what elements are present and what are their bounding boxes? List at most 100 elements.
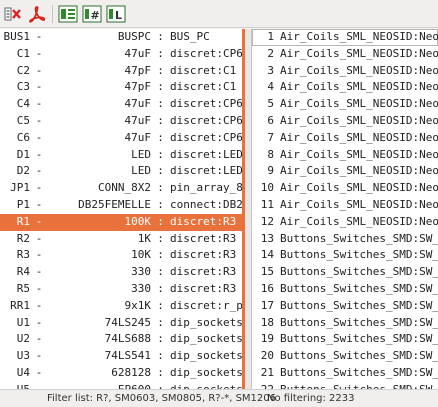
component-row[interactable]: U4- 628128: dip_sockets: (0, 365, 242, 382)
footprint-row[interactable]: 20 Buttons_Switches_SMD:SW_S (252, 348, 438, 365)
filter-pin-count-button[interactable]: # (81, 3, 103, 25)
separator-dash: - (35, 130, 43, 144)
footprint-row[interactable]: 14 Buttons_Switches_SMD:SW_S (252, 247, 438, 264)
separator-dash: - (35, 113, 43, 127)
footprint-name: Buttons_Switches_SMD:SW_S (280, 298, 438, 312)
separator-colon: : (157, 214, 164, 228)
footprint-name: Air_Coils_SML_NEOSID:Neos (280, 130, 438, 144)
components-list[interactable]: BUS1- BUSPC: BUS_PC C1-47uF: discret:CP6 C2-4… (0, 29, 245, 389)
footprint-row[interactable]: 17 Buttons_Switches_SMD:SW_S (252, 298, 438, 315)
component-row[interactable]: C6- 47uF: discret:CP6 (0, 130, 242, 147)
component-row[interactable]: BUS1- BUSPC: BUS_PC (0, 29, 242, 46)
separator-dash: - (35, 164, 43, 178)
footprint-row[interactable]: 16 Buttons_Switches_SMD:SW_S (252, 281, 438, 298)
separator-colon: : (157, 248, 164, 262)
footprint-row[interactable]: 9 Air_Coils_SML_NEOSID:Neos (252, 163, 438, 180)
footprint-row[interactable]: 10 Air_Coils_SML_NEOSID:Neos (252, 180, 438, 197)
footprint-row[interactable]: 15 Buttons_Switches_SMD:SW_S (252, 264, 438, 281)
component-ref: C4 (16, 97, 30, 111)
footprint-name: Air_Coils_SML_NEOSID:Neos (280, 164, 438, 178)
footprint-index: 17 (260, 298, 274, 312)
footprint-name: Buttons_Switches_SMD:SW_S (274, 382, 438, 389)
footprint-name: Buttons_Switches_SMD:SW_S (280, 248, 438, 262)
separator-dash: - (35, 181, 43, 195)
component-row[interactable]: R5- 330: discret:R3 (0, 281, 242, 298)
component-row[interactable]: P1- DB25FEMELLE: connect:DB25 (0, 197, 242, 214)
footprint-row[interactable]: 22Buttons_Switches_SMD:SW_S (252, 382, 438, 389)
separator-colon: : (157, 130, 164, 144)
footprint-name: Air_Coils_SML_NEOSID:Neos (280, 63, 438, 77)
component-footprint: discret:R3 (170, 231, 237, 245)
component-row[interactable]: U5-EP600:dip_sockets: (0, 382, 242, 389)
separator-dash: - (35, 147, 43, 161)
toolbar: # L (0, 0, 438, 28)
footprint-index: 22 (252, 382, 274, 389)
filter-by-pin-count-icon: # (82, 5, 102, 22)
component-value: 100K (124, 214, 152, 228)
filter-by-library-icon: L (106, 5, 126, 22)
footprint-name: Air_Coils_SML_NEOSID:Neos (280, 197, 438, 211)
component-row[interactable]: D1- LED: discret:LEDV (0, 147, 242, 164)
filter-by-keyword-icon (58, 5, 78, 22)
footprint-index: 5 (267, 97, 274, 111)
footprint-row[interactable]: 4 Air_Coils_SML_NEOSID:Neos (252, 79, 438, 96)
component-value: 47uF (124, 130, 152, 144)
component-value: CONN_8X2 (98, 181, 151, 195)
component-ref: C2 (16, 63, 30, 77)
footprint-row[interactable]: 13 Buttons_Switches_SMD:SW_S (252, 231, 438, 248)
component-row[interactable]: C4- 47uF: discret:CP6 (0, 96, 242, 113)
component-value: 47pF (124, 63, 152, 77)
component-footprint: discret:R3 (170, 214, 237, 228)
footprint-row[interactable]: 12 Air_Coils_SML_NEOSID:Neos (252, 214, 438, 231)
component-row[interactable]: JP1- CONN_8X2: pin_array_8x (0, 180, 242, 197)
component-row[interactable]: U3- 74LS541: dip_sockets: (0, 348, 242, 365)
footprint-row[interactable]: 1 Air_Coils_SML_NEOSID:Neos (252, 29, 438, 46)
footprint-index: 1 (267, 30, 274, 43)
component-value: 47uF (124, 46, 152, 60)
component-value: 9x1K (124, 298, 152, 312)
separator-dash: - (35, 332, 43, 346)
component-row[interactable]: C3- 47pF: discret:C1 (0, 79, 242, 96)
footprint-row[interactable]: 19 Buttons_Switches_SMD:SW_S (252, 331, 438, 348)
footprint-index: 8 (267, 147, 274, 161)
pdf-icon (29, 5, 46, 23)
component-row[interactable]: C2- 47pF: discret:C1 (0, 63, 242, 80)
component-row[interactable]: U1- 74LS245: dip_sockets: (0, 315, 242, 332)
separator-dash: - (35, 349, 43, 363)
footprint-row[interactable]: 3 Air_Coils_SML_NEOSID:Neos (252, 63, 438, 80)
separator-dash: - (35, 214, 43, 228)
component-ref: C1 (16, 46, 30, 60)
delete-association-button[interactable] (2, 3, 24, 25)
separator-colon: : (157, 113, 164, 127)
component-row[interactable]: D2- LED: discret:LEDV (0, 163, 242, 180)
separator-dash: - (35, 197, 43, 211)
component-row[interactable]: RR1- 9x1K: discret:r_pa (0, 298, 242, 315)
component-value: EP600 (48, 382, 151, 389)
footprints-list[interactable]: 1 Air_Coils_SML_NEOSID:Neos 2 Air_Coils_SML… (251, 29, 438, 389)
component-row[interactable]: C5- 47uF: discret:CP6 (0, 113, 242, 130)
component-row[interactable]: U2- 74LS688: dip_sockets: (0, 331, 242, 348)
component-row[interactable]: C1- 47uF: discret:CP6 (0, 46, 242, 63)
filter-keyword-button[interactable] (57, 3, 79, 25)
component-row[interactable]: R4- 330: discret:R3 (0, 264, 242, 281)
footprint-row[interactable]: 21 Buttons_Switches_SMD:SW_S (252, 365, 438, 382)
filter-library-button[interactable]: L (105, 3, 127, 25)
component-ref: R4 (16, 265, 30, 279)
footprint-row[interactable]: 6 Air_Coils_SML_NEOSID:Neos (252, 113, 438, 130)
component-row[interactable]: R3- 10K: discret:R3 (0, 247, 242, 264)
footprint-row[interactable]: 5 Air_Coils_SML_NEOSID:Neos (252, 96, 438, 113)
component-ref: U1 (16, 315, 30, 329)
component-footprint: discret:R3 (170, 248, 237, 262)
pdf-button[interactable] (26, 3, 48, 25)
footprint-row[interactable]: 18 Buttons_Switches_SMD:SW_S (252, 315, 438, 332)
component-row[interactable]: R2- 1K: discret:R3 (0, 231, 242, 248)
component-row[interactable]: R1- 100K: discret:R3 (0, 213, 242, 231)
component-footprint: dip_sockets: (170, 365, 242, 379)
component-ref: R1 (16, 214, 30, 228)
separator-colon: : (157, 80, 164, 94)
footprint-row[interactable]: 8 Air_Coils_SML_NEOSID:Neos (252, 147, 438, 164)
footprint-row[interactable]: 11 Air_Coils_SML_NEOSID:Neos (252, 197, 438, 214)
footprint-row[interactable]: 7 Air_Coils_SML_NEOSID:Neos (252, 130, 438, 147)
footprint-row[interactable]: 2 Air_Coils_SML_NEOSID:Neos (252, 46, 438, 63)
component-value: LED (131, 164, 151, 178)
